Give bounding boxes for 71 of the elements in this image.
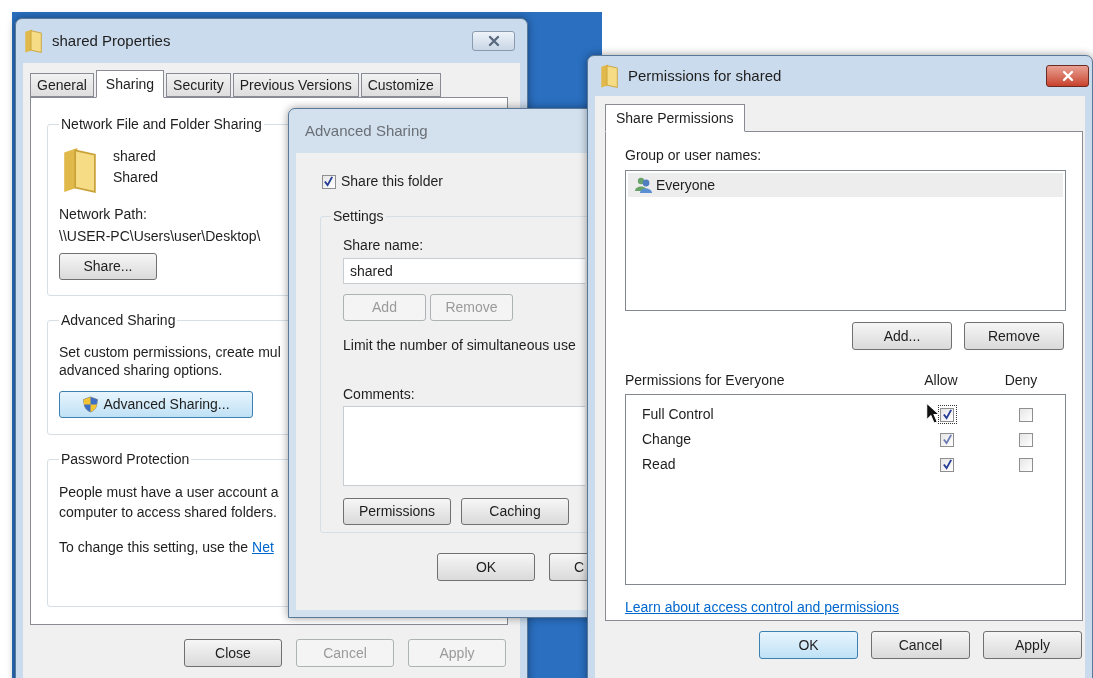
description-text: advanced sharing options.: [59, 361, 223, 379]
field-label: Permissions for Everyone: [625, 371, 786, 390]
folder-name: shared: [113, 147, 157, 166]
close-button[interactable]: [1046, 65, 1089, 87]
checkbox[interactable]: [1017, 406, 1035, 423]
checkbox-label: Share this folder: [341, 172, 443, 191]
close-icon: [486, 34, 501, 48]
checkmark-icon: [323, 176, 334, 187]
group-label: Settings: [332, 207, 385, 226]
dialog-button[interactable]: Apply: [983, 631, 1082, 659]
description-text: People must have a user account a: [59, 483, 279, 502]
group-label: Advanced Sharing: [60, 311, 177, 330]
checkbox[interactable]: [1017, 456, 1035, 473]
tab[interactable]: Previous Versions: [232, 73, 359, 97]
close-icon: [1060, 69, 1075, 83]
dialog-button[interactable]: Close: [184, 639, 282, 667]
permission-name: Full Control: [641, 405, 715, 424]
tab[interactable]: Customize: [360, 73, 441, 97]
checkbox[interactable]: [1017, 431, 1035, 448]
checkmark-icon: [942, 459, 953, 470]
folder-icon: [24, 29, 42, 53]
tab[interactable]: Sharing: [95, 70, 165, 98]
permission-name: Change: [641, 430, 693, 449]
dialog-button[interactable]: Caching: [461, 498, 569, 525]
field-label: Share name:: [343, 236, 425, 255]
help-link[interactable]: Learn about access control and permissions: [625, 597, 899, 618]
checkbox[interactable]: [320, 173, 337, 190]
advanced-sharing-button[interactable]: Advanced Sharing...: [59, 391, 253, 418]
path-label: Network Path:: [59, 205, 147, 224]
dialog-button[interactable]: OK: [437, 553, 535, 581]
user-row[interactable]: Everyone: [628, 173, 1063, 197]
group-label: Network File and Folder Sharing: [60, 115, 263, 134]
description-text: computer to access shared folders.: [59, 503, 277, 522]
network-path: \\USER-PC\Users\user\Desktop\: [59, 227, 261, 246]
share-button[interactable]: Share...: [59, 253, 157, 280]
share-name-field[interactable]: shared: [343, 258, 585, 284]
tab[interactable]: Share Permissions: [605, 104, 745, 132]
comments-field[interactable]: [343, 406, 585, 486]
field-label: Comments:: [343, 385, 416, 404]
checkbox[interactable]: [939, 456, 956, 473]
column-header: Allow: [923, 371, 959, 390]
shield-icon: [82, 396, 100, 413]
dialog-button[interactable]: C: [549, 553, 587, 581]
folder-icon: [600, 64, 618, 88]
description-text: Set custom permissions, create mul: [59, 343, 281, 361]
users-icon: [634, 176, 653, 194]
window-title: Permissions for shared: [628, 65, 783, 86]
dialog-button[interactable]: Permissions: [343, 498, 451, 525]
permission-name: Read: [641, 455, 677, 474]
description-text: Limit the number of simultaneous use: [343, 336, 577, 355]
close-button[interactable]: [472, 31, 515, 51]
tab[interactable]: General: [30, 73, 94, 97]
description-text: To change this setting, use the Net: [59, 538, 274, 557]
column-header: Deny: [1003, 371, 1039, 390]
dialog-button[interactable]: Add...: [852, 322, 952, 350]
field-label: Group or user names:: [625, 146, 763, 165]
checkbox[interactable]: [939, 406, 956, 423]
window-title: shared Properties: [52, 30, 172, 51]
dialog-button[interactable]: OK: [759, 631, 858, 659]
network-link[interactable]: Net: [252, 539, 274, 555]
dialog-button[interactable]: Cancel: [871, 631, 970, 659]
cursor-icon: [925, 402, 941, 424]
folder-icon: [61, 147, 97, 193]
share-status: Shared: [113, 168, 159, 187]
checkbox[interactable]: [939, 431, 956, 448]
group-label: Password Protection: [60, 450, 191, 469]
dialog-button[interactable]: Remove: [964, 322, 1064, 350]
checkmark-icon: [942, 409, 953, 420]
checkmark-icon: [942, 434, 953, 445]
tab[interactable]: Security: [166, 73, 231, 97]
window-title: Advanced Sharing: [305, 120, 428, 141]
